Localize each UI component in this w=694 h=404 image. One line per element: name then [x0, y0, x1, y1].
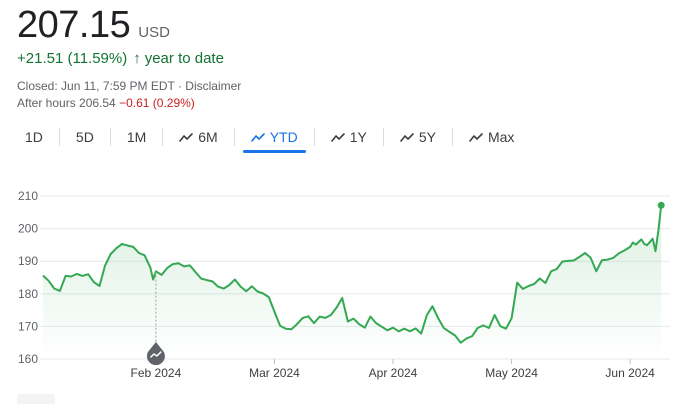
tab-separator: [162, 128, 164, 146]
after-hours-row: After hours 206.54 −0.61 (0.29%): [17, 96, 195, 110]
tab-label: 1M: [126, 129, 147, 145]
tab-1d[interactable]: 1D: [17, 126, 51, 148]
arrow-up-icon: ↑: [133, 50, 141, 67]
price-chart: 160 170 180 190 200 210 Feb 2024 Mar 2024 Apr 20…: [18, 189, 670, 380]
tab-label: 5Y: [418, 129, 436, 145]
current-price: 207.15: [17, 4, 131, 46]
currency-label: USD: [138, 24, 170, 41]
tab-separator: [313, 128, 315, 146]
tab-label: 6M: [198, 129, 218, 145]
tab-separator: [109, 128, 111, 146]
quote-header: 207.15 USD: [17, 4, 170, 47]
tab-label: 1Y: [349, 129, 367, 145]
price-change: +21.51 (11.59%): [17, 50, 128, 67]
tab-separator: [451, 128, 453, 146]
after-hours-price: After hours 206.54: [17, 96, 116, 110]
tab-separator: [58, 128, 60, 146]
tab-label: YTD: [269, 129, 298, 145]
tab-5y[interactable]: 5Y: [392, 126, 444, 148]
tab-label: 1D: [25, 129, 43, 145]
tab-separator: [382, 128, 384, 146]
tab-6m[interactable]: 6M: [171, 126, 225, 148]
chart-footer-tab: [17, 394, 55, 404]
trend-icon: [330, 132, 345, 142]
y-tick-label: 170: [18, 319, 38, 333]
x-tick-label: Mar 2024: [249, 366, 300, 380]
tab-label: 5D: [75, 129, 94, 145]
tab-separator: [233, 128, 235, 146]
trend-icon: [179, 132, 194, 142]
price-change-row: +21.51 (11.59%) ↑ year to date: [17, 50, 224, 67]
y-tick-label: 180: [18, 287, 38, 301]
y-tick-label: 190: [18, 254, 38, 268]
closed-status: Closed: Jun 11, 7:59 PM EDT · Disclaimer: [17, 79, 242, 93]
change-period: year to date: [144, 50, 224, 67]
trend-icon: [469, 132, 483, 142]
tab-max[interactable]: Max: [461, 126, 522, 148]
tab-label: Max: [487, 129, 515, 145]
x-tick-label: Apr 2024: [369, 366, 418, 380]
trend-icon: [400, 132, 414, 142]
tab-1y[interactable]: 1Y: [323, 126, 375, 148]
range-tabs: 1D 5D 1M 6M YTD 1Y 5Y Max: [17, 126, 522, 156]
tab-ytd[interactable]: YTD: [242, 126, 306, 153]
x-tick-label: May 2024: [485, 366, 538, 380]
trend-icon: [250, 132, 265, 142]
y-tick-label: 200: [18, 222, 38, 236]
x-tick-label: Jun 2024: [605, 366, 655, 380]
tab-5d[interactable]: 5D: [68, 126, 102, 148]
tab-1m[interactable]: 1M: [119, 126, 154, 148]
y-tick-label: 160: [18, 352, 38, 366]
last-price-dot: [657, 201, 665, 209]
y-tick-label: 210: [18, 189, 38, 203]
x-tick-label: Feb 2024: [131, 366, 182, 380]
after-hours-change: −0.61 (0.29%): [119, 96, 195, 110]
